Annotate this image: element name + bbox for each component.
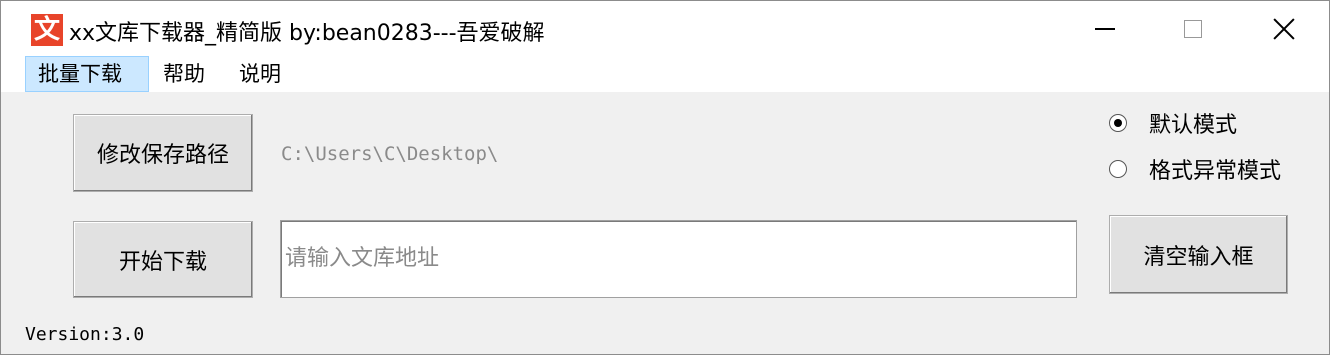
url-input[interactable]: 请输入文库地址: [280, 220, 1077, 298]
minimize-icon: [1095, 27, 1115, 30]
radio-format-error-mode[interactable]: 格式异常模式: [1109, 153, 1281, 185]
maximize-icon: [1184, 19, 1202, 38]
version-label: Version:3.0: [25, 324, 145, 345]
save-path-value: C:\Users\C\Desktop\: [281, 143, 499, 165]
minimize-button[interactable]: [1057, 1, 1153, 56]
menu-about[interactable]: 说明: [227, 56, 293, 92]
change-save-path-button[interactable]: 修改保存路径: [73, 114, 253, 192]
radio-checked-icon[interactable]: [1109, 114, 1127, 132]
window-title: xx文库下载器_精简版 by:bean0283---吾爱破解: [69, 21, 545, 46]
radio-default-mode-label: 默认模式: [1149, 113, 1238, 138]
title-bar[interactable]: 文 xx文库下载器_精简版 by:bean0283---吾爱破解: [1, 1, 1329, 56]
app-icon: 文: [31, 14, 63, 46]
close-button[interactable]: [1236, 1, 1332, 56]
radio-unchecked-icon[interactable]: [1109, 160, 1127, 178]
menu-batch-download[interactable]: 批量下载: [25, 56, 149, 92]
start-download-button[interactable]: 开始下载: [73, 221, 253, 298]
clear-input-button[interactable]: 清空输入框: [1109, 215, 1288, 294]
radio-format-error-mode-label: 格式异常模式: [1149, 159, 1282, 184]
maximize-button[interactable]: [1145, 1, 1241, 56]
menu-help[interactable]: 帮助: [151, 56, 217, 92]
close-icon: [1273, 18, 1295, 40]
menu-bar: 批量下载 帮助 说明: [1, 56, 1329, 92]
radio-default-mode[interactable]: 默认模式: [1109, 107, 1237, 139]
main-window: 文 xx文库下载器_精简版 by:bean0283---吾爱破解 批量下载 帮助…: [0, 0, 1330, 355]
